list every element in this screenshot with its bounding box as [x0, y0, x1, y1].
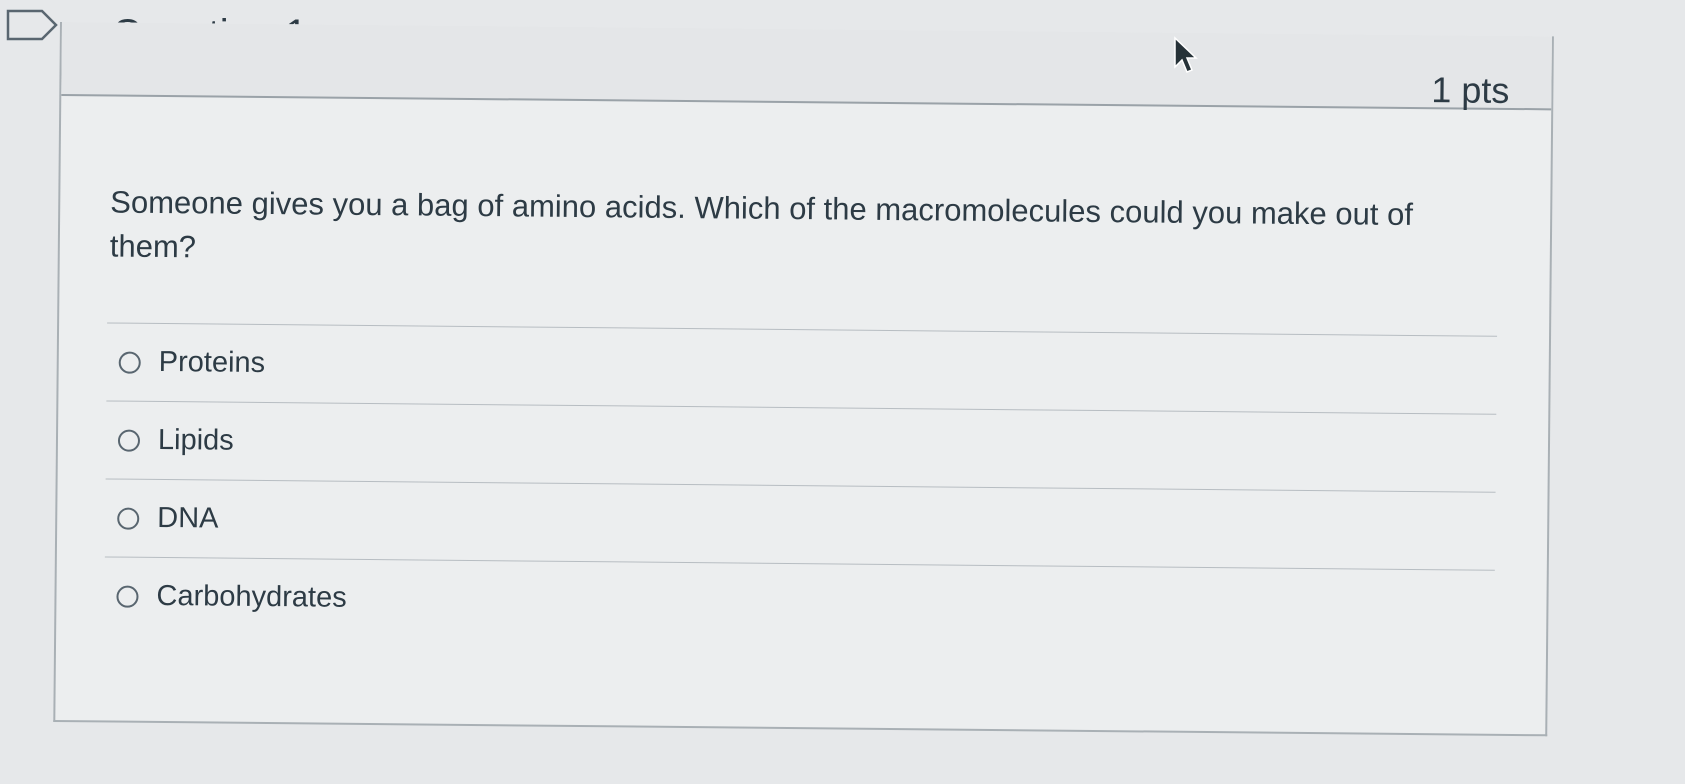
- answer-option-carbohydrates[interactable]: Carbohydrates: [104, 556, 1495, 648]
- answer-label: Proteins: [158, 345, 266, 379]
- question-points: 1 pts: [1431, 69, 1510, 111]
- question-header: 1 pts: [61, 22, 1552, 111]
- answer-label: Carbohydrates: [156, 579, 347, 614]
- radio-button-icon[interactable]: [116, 585, 139, 608]
- answer-label: DNA: [157, 501, 219, 535]
- answer-list: Proteins Lipids DNA Carbohydrates: [104, 322, 1498, 648]
- answer-option-proteins[interactable]: Proteins: [106, 322, 1498, 414]
- question-text: Someone gives you a bag of amino acids. …: [109, 184, 1414, 265]
- answer-label: Lipids: [157, 423, 234, 457]
- radio-button-icon[interactable]: [117, 507, 140, 530]
- question-card: 1 pts Someone gives you a bag of amino a…: [53, 22, 1554, 737]
- answer-option-dna[interactable]: DNA: [104, 478, 1496, 570]
- mouse-pointer-icon: [1174, 36, 1198, 73]
- radio-button-icon[interactable]: [117, 429, 141, 452]
- flag-question-icon[interactable]: [6, 8, 60, 42]
- radio-button-icon[interactable]: [118, 351, 141, 374]
- answer-option-lipids[interactable]: Lipids: [105, 400, 1497, 492]
